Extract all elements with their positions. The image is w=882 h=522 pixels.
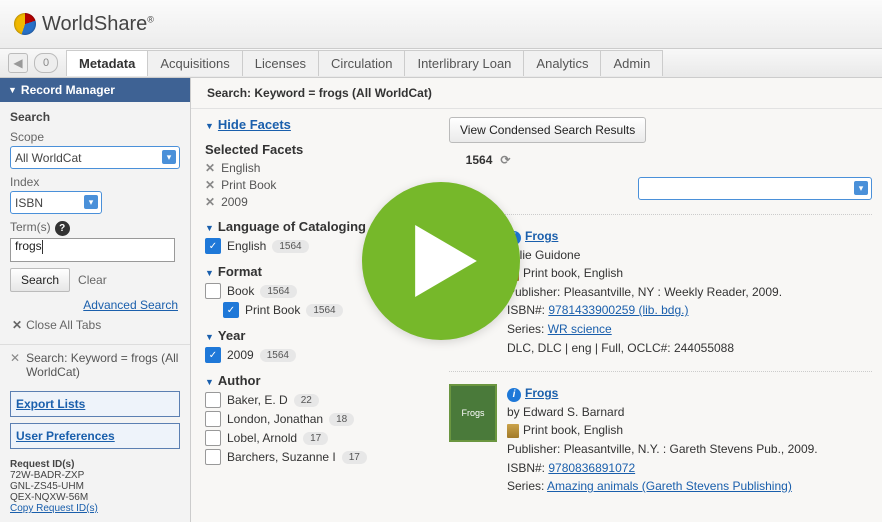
checkbox[interactable] xyxy=(205,430,221,446)
index-label: Index xyxy=(10,175,180,189)
search-button[interactable]: Search xyxy=(10,268,70,292)
advanced-search-link[interactable]: Advanced Search xyxy=(83,298,178,312)
tab-admin[interactable]: Admin xyxy=(600,50,663,76)
checkbox-checked[interactable]: ✓ xyxy=(223,302,239,318)
search-heading: Search: Keyword = frogs (All WorldCat) xyxy=(191,78,882,109)
sidebar: ▼Record Manager Search Scope All WorldCa… xyxy=(0,78,191,522)
checkbox[interactable] xyxy=(205,449,221,465)
result-format: Print book, English xyxy=(523,423,623,437)
export-lists[interactable]: Export Lists xyxy=(10,391,180,417)
request-id: GNL-ZS45-UHM xyxy=(10,481,180,492)
cover-thumbnail: Frogs xyxy=(449,384,497,442)
request-id: 72W-BADR-ZXP xyxy=(10,470,180,481)
remove-facet-icon[interactable]: ✕ xyxy=(205,178,215,192)
result-isbn[interactable]: 9781433900259 (lib. bdg.) xyxy=(548,303,688,317)
tab-circulation[interactable]: Circulation xyxy=(318,50,405,76)
info-icon[interactable]: i xyxy=(507,388,521,402)
close-all-tabs[interactable]: ✕Close All Tabs xyxy=(12,318,178,332)
play-icon xyxy=(415,225,477,297)
tab-metadata[interactable]: Metadata xyxy=(66,50,148,76)
refresh-icon[interactable]: ⟳ xyxy=(500,153,510,167)
notification-count[interactable]: 0 xyxy=(34,53,58,73)
result-publisher: Publisher: Pleasantville, NY : Weekly Re… xyxy=(507,283,872,302)
remove-facet-icon[interactable]: ✕ xyxy=(205,161,215,175)
hide-facets-link[interactable]: Hide Facets xyxy=(218,117,291,132)
tab-interlibrary-loan[interactable]: Interlibrary Loan xyxy=(404,50,524,76)
result-title[interactable]: Frogs xyxy=(525,229,558,243)
checkbox[interactable] xyxy=(205,411,221,427)
help-icon[interactable]: ? xyxy=(55,221,70,236)
request-id: QEX-NQXW-56M xyxy=(10,492,180,503)
user-preferences[interactable]: User Preferences xyxy=(10,423,180,449)
result-format: Print book, English xyxy=(523,266,623,280)
logo-icon xyxy=(14,13,36,35)
remove-facet-icon[interactable]: ✕ xyxy=(205,195,215,209)
brand-name: WorldShare® xyxy=(42,13,154,36)
search-history-item[interactable]: ✕Search: Keyword = frogs (All WorldCat) xyxy=(0,344,190,385)
facet-group-author[interactable]: ▼Author xyxy=(205,373,425,388)
result-isbn[interactable]: 9780836891072 xyxy=(548,461,635,475)
main-panel: Search: Keyword = frogs (All WorldCat) ▼… xyxy=(191,78,882,522)
result-title[interactable]: Frogs xyxy=(525,386,558,400)
facet-chip: ✕Print Book xyxy=(205,178,425,192)
main-nav: ◀ 0 Metadata Acquisitions Licenses Circu… xyxy=(0,48,882,78)
nav-tabs: Metadata Acquisitions Licenses Circulati… xyxy=(66,50,662,76)
result-count: R1564⟳ xyxy=(449,153,872,167)
app-header: WorldShare® xyxy=(0,0,882,48)
book-icon xyxy=(507,424,519,438)
chevron-down-icon: ▾ xyxy=(84,195,98,209)
play-overlay-button[interactable] xyxy=(362,182,520,340)
checkbox-checked[interactable]: ✓ xyxy=(205,238,221,254)
result-byline: by Edward S. Barnard xyxy=(507,403,872,422)
selected-facets-label: Selected Facets xyxy=(205,142,425,157)
result-series[interactable]: WR science xyxy=(548,322,612,336)
results-panel: View Condensed Search Results R1564⟳ ▾ F… xyxy=(439,117,882,522)
clear-button[interactable]: Clear xyxy=(78,273,107,287)
chevron-down-icon: ▾ xyxy=(162,150,176,164)
scope-select[interactable]: All WorldCat▾ xyxy=(10,146,180,169)
tab-acquisitions[interactable]: Acquisitions xyxy=(147,50,242,76)
close-icon: ✕ xyxy=(12,318,22,332)
result-publisher: Publisher: Pleasantville, N.Y. : Gareth … xyxy=(507,440,872,459)
collapse-icon: ▼ xyxy=(205,121,214,131)
facet-chip: ✕English xyxy=(205,161,425,175)
copy-request-ids[interactable]: Copy Request ID(s) xyxy=(10,503,98,514)
index-select[interactable]: ISBN▾ xyxy=(10,191,102,214)
checkbox-checked[interactable]: ✓ xyxy=(205,347,221,363)
record-manager-header[interactable]: ▼Record Manager xyxy=(0,78,190,102)
result-item: Frogs i Frogs by Edward S. Barnard Print … xyxy=(449,371,872,496)
request-ids-label: Request ID(s) xyxy=(10,459,180,470)
sort-select[interactable]: ▾ xyxy=(638,177,872,200)
checkbox[interactable] xyxy=(205,392,221,408)
result-series[interactable]: Amazing animals (Gareth Stevens Publishi… xyxy=(547,479,792,493)
search-section-label: Search xyxy=(10,110,180,124)
terms-label: Term(s)? xyxy=(10,220,180,236)
terms-input-wrap: frogs xyxy=(10,238,180,262)
back-button[interactable]: ◀ xyxy=(8,53,28,73)
tab-analytics[interactable]: Analytics xyxy=(523,50,601,76)
brand-logo: WorldShare® xyxy=(14,13,154,36)
chevron-down-icon: ▾ xyxy=(854,181,868,195)
checkbox[interactable] xyxy=(205,283,221,299)
close-icon[interactable]: ✕ xyxy=(10,351,20,379)
terms-input[interactable]: frogs xyxy=(10,238,175,262)
result-catalog-line: DLC, DLC | eng | Full, OCLC#: 244055088 xyxy=(507,339,872,358)
view-condensed-button[interactable]: View Condensed Search Results xyxy=(449,117,646,143)
collapse-icon: ▼ xyxy=(8,85,17,95)
facet-group-year[interactable]: ▼Year xyxy=(205,328,425,343)
tab-licenses[interactable]: Licenses xyxy=(242,50,319,76)
scope-label: Scope xyxy=(10,130,180,144)
